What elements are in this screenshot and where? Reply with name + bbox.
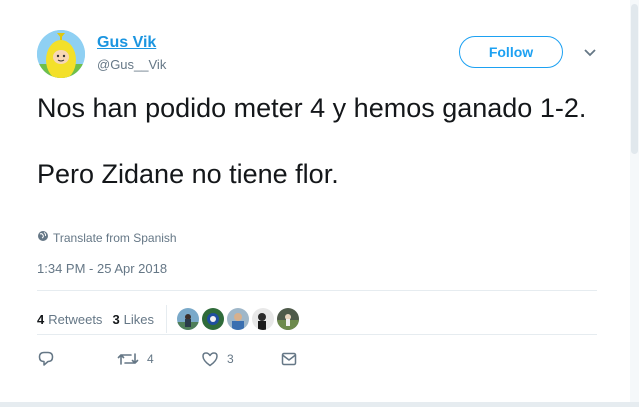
like-button[interactable]: 3 [201, 350, 234, 368]
follow-button[interactable]: Follow [459, 36, 563, 68]
scrollbar[interactable] [630, 0, 639, 407]
liker-avatar[interactable] [252, 308, 275, 330]
chevron-down-icon[interactable] [582, 45, 598, 61]
liker-avatar[interactable] [177, 308, 200, 330]
scrollbar-thumb[interactable] [631, 4, 638, 154]
retweets-stat[interactable]: 4 Retweets [37, 312, 102, 327]
bottom-border [0, 402, 639, 407]
likes-count: 3 [112, 311, 120, 327]
heart-icon [201, 350, 219, 368]
retweets-count: 4 [37, 311, 45, 327]
reply-icon [37, 350, 55, 368]
tweet-stats: 4 Retweets 3 Likes [37, 305, 302, 333]
tweet-text-line-1: Nos han podido meter 4 y hemos ganado 1-… [37, 93, 587, 123]
tweet-text-line-2: Pero Zidane no tiene flor. [37, 159, 339, 189]
direct-message-button[interactable] [280, 350, 298, 368]
tweet-actions: 4 3 [37, 350, 337, 374]
avatar[interactable] [37, 30, 85, 78]
likes-stat[interactable]: 3 Likes [112, 312, 154, 327]
tweet-text: Nos han podido meter 4 y hemos ganado 1-… [37, 92, 597, 191]
retweet-button[interactable]: 4 [117, 350, 154, 368]
user-name[interactable]: Gus Vik [97, 34, 156, 52]
reply-button[interactable] [37, 350, 55, 368]
translate-label: Translate from Spanish [53, 230, 177, 245]
message-icon [280, 350, 298, 368]
retweet-count: 4 [147, 352, 154, 366]
likes-label: Likes [123, 311, 155, 327]
user-handle[interactable]: @Gus__Vik [97, 57, 166, 72]
retweets-label: Retweets [48, 311, 103, 327]
likers-avatars [177, 308, 302, 330]
globe-icon [37, 230, 53, 245]
liker-avatar[interactable] [227, 308, 250, 330]
like-count: 3 [227, 352, 234, 366]
tweet-card: Gus Vik @Gus__Vik Follow Nos han podido … [0, 0, 630, 407]
tweet-timestamp[interactable]: 1:34 PM - 25 Apr 2018 [37, 261, 167, 276]
liker-avatar[interactable] [277, 308, 300, 330]
retweet-icon [117, 350, 139, 368]
liker-avatar[interactable] [202, 308, 225, 330]
divider [37, 334, 597, 335]
translate-link[interactable]: Translate from Spanish [37, 230, 177, 245]
divider [37, 290, 597, 291]
stats-separator [166, 305, 168, 333]
